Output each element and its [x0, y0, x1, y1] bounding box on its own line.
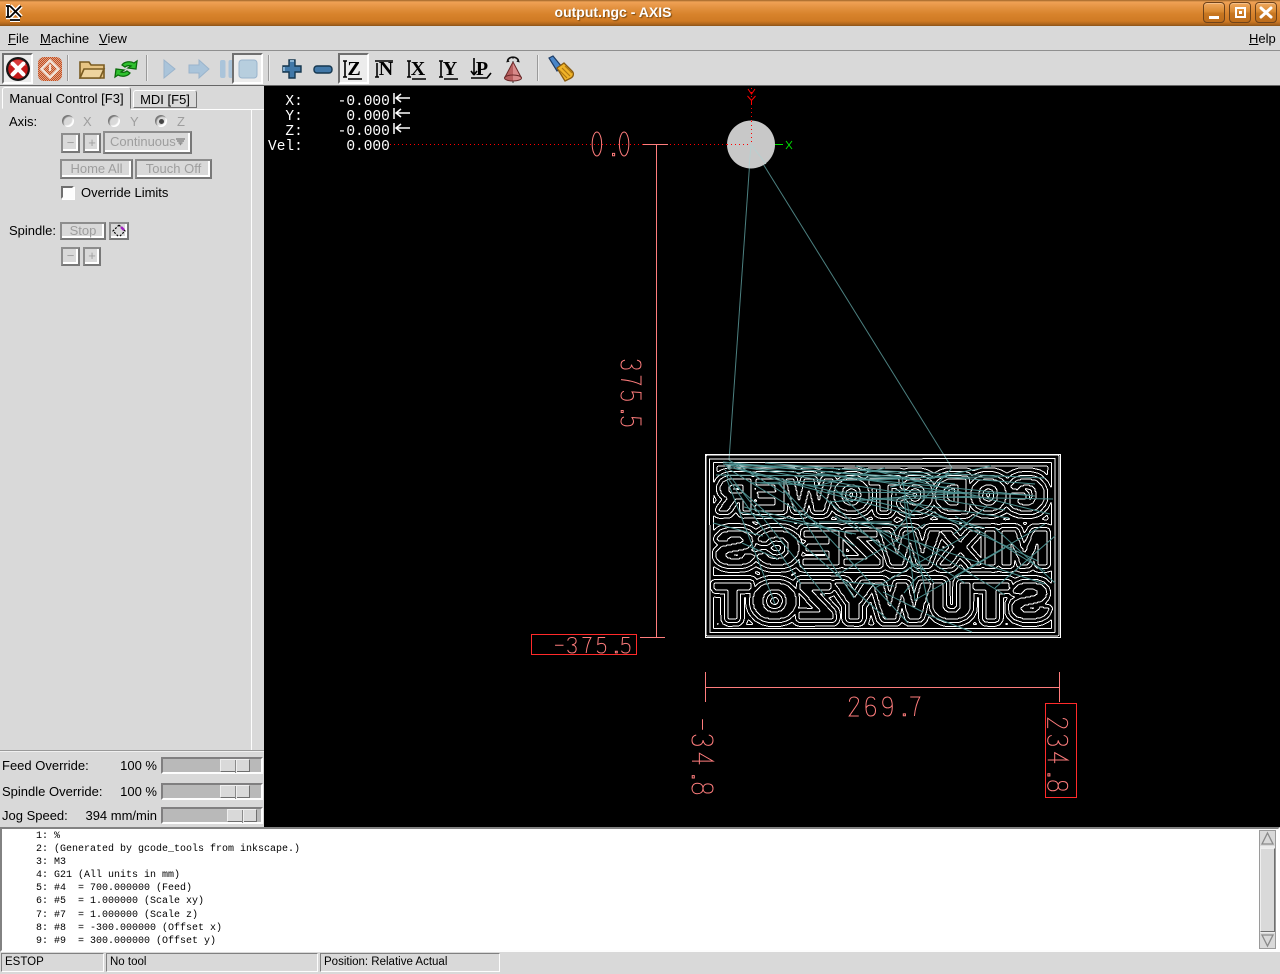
svg-text:Y: 0.000: Y: 0.000 — [268, 109, 390, 125]
svg-text:P: P — [475, 58, 487, 80]
svg-text:Z: Z — [347, 58, 360, 80]
svg-text:Vel: 0.000: Vel: 0.000 — [268, 139, 390, 155]
svg-text:Z: -0.000: Z: -0.000 — [268, 124, 390, 140]
svg-text:X: X — [410, 58, 425, 80]
svg-text:X: -0.000: X: -0.000 — [268, 94, 390, 110]
svg-text:Y: Y — [442, 58, 457, 80]
